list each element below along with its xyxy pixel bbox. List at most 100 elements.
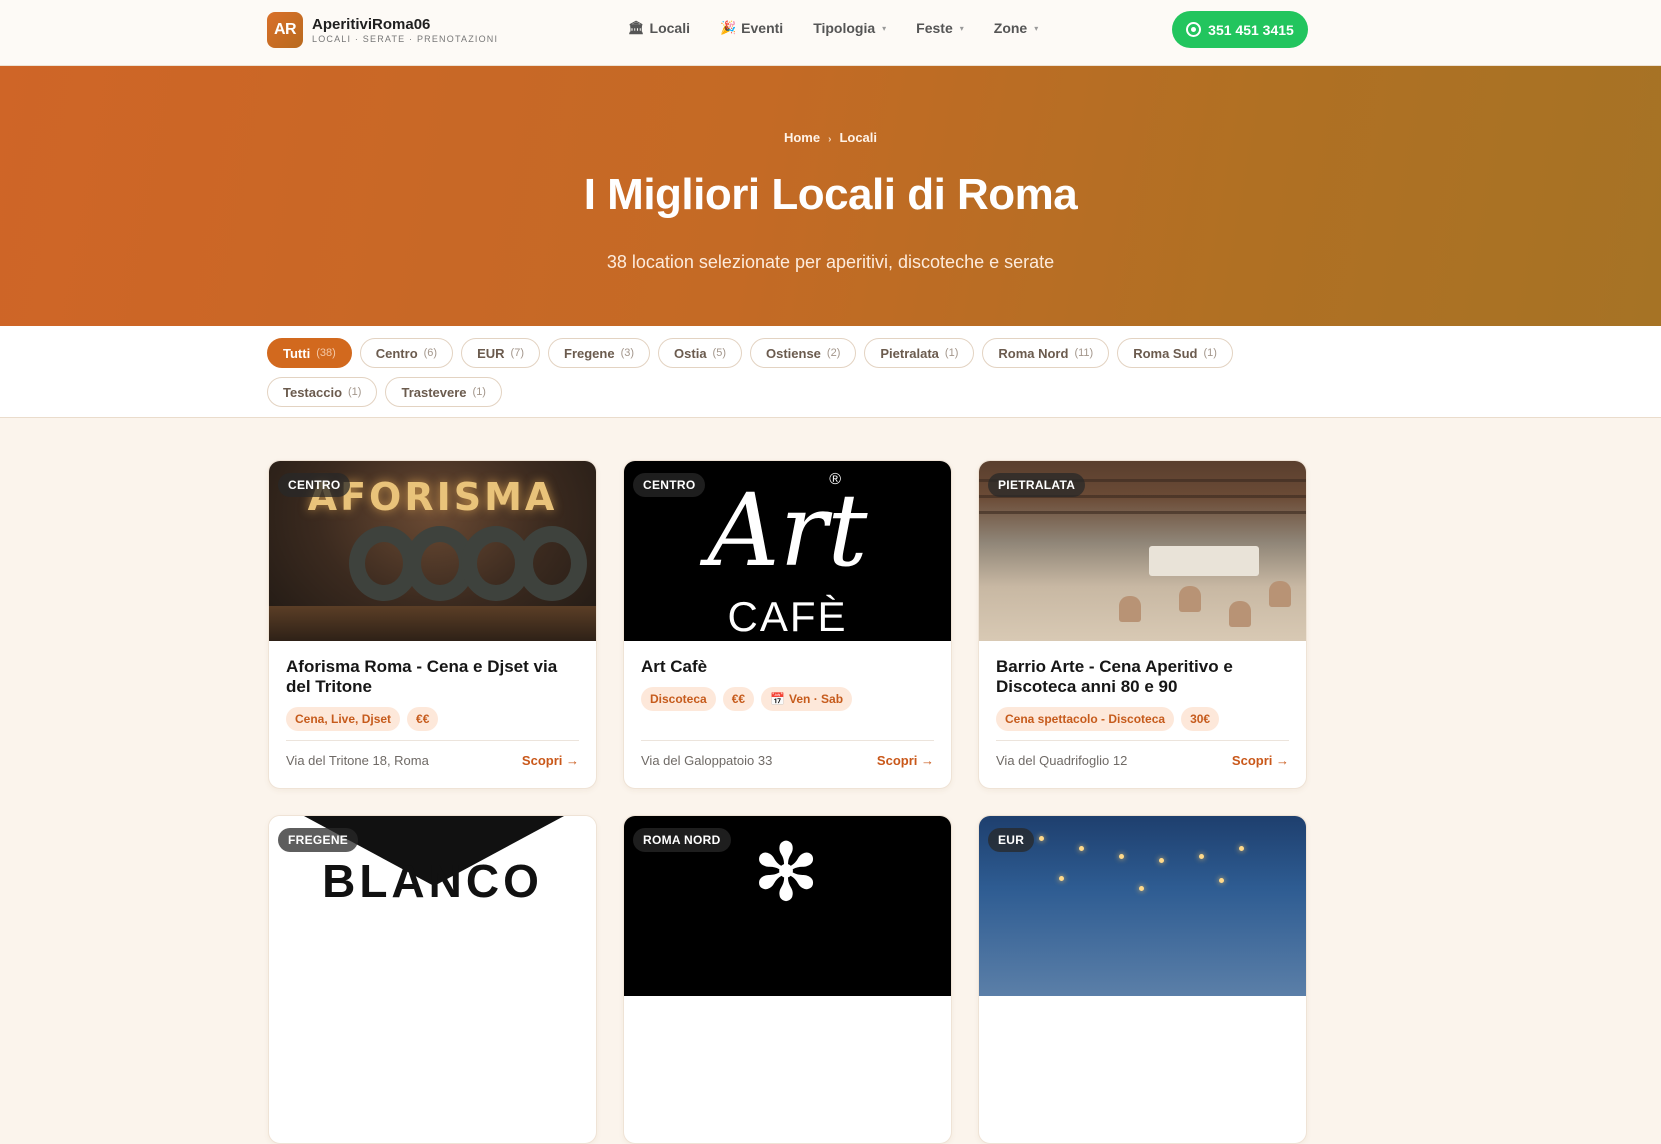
logo[interactable]: AR AperitiviRoma06 LOCALI · SERATE · PRE…	[267, 12, 498, 48]
venue-title[interactable]: Barrio Arte - Cena Aperitivo e Discoteca…	[996, 657, 1289, 697]
filter-chip-ostiense[interactable]: Ostiense (2)	[750, 338, 857, 368]
venue-logo-icon: ✻	[752, 828, 820, 917]
tag-days-label: Ven · Sab	[789, 692, 844, 706]
chip-label: Tutti	[283, 345, 311, 361]
venue-image[interactable]: PIETRALATA	[979, 461, 1306, 641]
venue-card-aforisma[interactable]: AFORISMA CENTRO Aforisma Roma - Cena e D…	[268, 460, 597, 789]
venue-logo-cafe: CAFÈ	[727, 593, 848, 640]
nav-label: Tipologia	[813, 20, 876, 36]
chevron-down-icon: ▾	[959, 23, 964, 33]
chip-count: (5)	[712, 347, 726, 359]
zone-badge: CENTRO	[278, 473, 351, 497]
zone-badge: PIETRALATA	[988, 473, 1086, 497]
chip-label: Ostia	[674, 345, 707, 361]
filter-chip-roma-sud[interactable]: Roma Sud (1)	[1117, 338, 1233, 368]
filter-chip-centro[interactable]: Centro (6)	[359, 338, 454, 368]
filter-chip-pietralata[interactable]: Pietralata (1)	[864, 338, 975, 368]
venue-image[interactable]: AFORISMA CENTRO	[269, 461, 596, 641]
breadcrumb-current: Locali	[839, 130, 878, 145]
venue-image[interactable]: BLANCO FREGENE	[269, 816, 596, 996]
discover-link[interactable]: Scopri →	[1232, 753, 1289, 768]
chip-label: Testaccio	[283, 384, 343, 400]
chevron-down-icon: ▾	[1034, 23, 1039, 33]
tag-type: Discoteca	[641, 687, 716, 711]
calendar-icon: 📅	[770, 692, 786, 706]
chip-label: Roma Sud	[1133, 345, 1198, 361]
nav-tipologia[interactable]: Tipologia ▾	[813, 20, 886, 36]
chip-label: Centro	[375, 345, 418, 361]
discover-link[interactable]: Scopri →	[522, 753, 579, 768]
page-title: I Migliori Locali di Roma	[583, 170, 1078, 219]
chip-count: (1)	[472, 386, 486, 398]
zone-badge: ROMA NORD	[633, 828, 731, 852]
nav-eventi[interactable]: 🎉 Eventi	[720, 20, 783, 36]
chevron-down-icon: ▾	[882, 23, 887, 33]
venue-card-art-cafe[interactable]: ® Art CAFÈ CENTRO Art Cafè Discoteca €€ …	[623, 460, 952, 789]
zone-badge: FREGENE	[278, 828, 359, 852]
site-header: AR AperitiviRoma06 LOCALI · SERATE · PRE…	[0, 0, 1661, 66]
venue-address: Via del Galoppatoio 33	[641, 753, 773, 768]
chip-label: EUR	[477, 345, 505, 361]
venue-title[interactable]: Art Cafè	[641, 657, 934, 677]
building-icon: 🏛	[628, 20, 645, 35]
nav-label: Eventi	[741, 20, 784, 36]
chip-label: Roma Nord	[998, 345, 1069, 361]
zone-badge: CENTRO	[633, 473, 706, 497]
tag-type: Cena spettacolo - Discoteca	[996, 707, 1175, 731]
tag-price: €€	[407, 707, 439, 731]
breadcrumb: Home › Locali	[0, 130, 1661, 145]
tag-days: 📅 Ven · Sab	[761, 687, 853, 711]
venue-image[interactable]: ® Art CAFÈ CENTRO	[624, 461, 951, 641]
chip-label: Pietralata	[880, 345, 939, 361]
chip-label: Ostiense	[766, 345, 821, 361]
nav-locali[interactable]: 🏛 Locali	[628, 20, 690, 36]
chip-label: Trastevere	[401, 384, 467, 400]
chip-count: (2)	[826, 347, 841, 359]
venue-image[interactable]: EUR	[979, 816, 1306, 996]
tag-price: 30€	[1181, 707, 1220, 731]
venue-address: Via del Tritone 18, Roma	[286, 753, 429, 768]
filter-chip-fregene[interactable]: Fregene (3)	[548, 338, 651, 368]
chip-count: (1)	[1203, 347, 1217, 359]
filter-chip-ostia[interactable]: Ostia (5)	[658, 338, 742, 368]
tag-price: €€	[722, 687, 755, 711]
nav-zone[interactable]: Zone ▾	[994, 20, 1038, 36]
sculpture-decoration	[349, 526, 587, 601]
whatsapp-button[interactable]: 351 451 3415	[1172, 11, 1308, 48]
main-nav: 🏛 Locali 🎉 Eventi Tipologia ▾ Feste ▾ Zo…	[628, 20, 1038, 36]
chip-count: (3)	[620, 347, 635, 359]
venue-card-blanco[interactable]: BLANCO FREGENE	[268, 815, 597, 1144]
hero-banner: Home › Locali I Migliori Locali di Roma 38…	[0, 66, 1661, 326]
party-icon: 🎉	[719, 20, 737, 35]
filter-chip-trastevere[interactable]: Trastevere (1)	[385, 377, 502, 407]
zone-badge: EUR	[988, 828, 1035, 852]
filter-chip-testaccio[interactable]: Testaccio (1)	[267, 377, 378, 407]
venue-card-roma-nord[interactable]: ✻ ROMA NORD	[623, 815, 952, 1144]
venue-image[interactable]: ✻ ROMA NORD	[624, 816, 951, 996]
filter-chip-tutti[interactable]: Tutti (38)	[267, 338, 352, 368]
venue-address: Via del Quadrifoglio 12	[996, 753, 1128, 768]
brand-tagline: LOCALI · SERATE · PRENOTAZIONI	[312, 33, 499, 44]
nav-label: Feste	[916, 20, 953, 36]
nav-label: Zone	[993, 20, 1028, 36]
venue-card-eur[interactable]: EUR	[978, 815, 1307, 1144]
brand-name: AperitiviRoma06	[312, 15, 431, 33]
whatsapp-phone: 351 451 3415	[1208, 21, 1294, 38]
zone-filter-bar: Tutti (38) Centro (6) EUR (7) Fregene (3) Os…	[0, 326, 1661, 418]
breadcrumb-home[interactable]: Home	[784, 130, 820, 145]
filter-chip-roma-nord[interactable]: Roma Nord (11)	[982, 338, 1110, 368]
filter-chip-eur[interactable]: EUR (7)	[461, 338, 540, 368]
nav-feste[interactable]: Feste ▾	[916, 20, 964, 36]
chip-count: (11)	[1074, 347, 1094, 359]
discover-link[interactable]: Scopri →	[877, 753, 934, 768]
chip-label: Fregene	[564, 345, 615, 361]
breadcrumb-separator-icon: ›	[828, 134, 832, 145]
locali-grid: AFORISMA CENTRO Aforisma Roma - Cena e D…	[268, 460, 1307, 1144]
venue-title[interactable]: Aforisma Roma - Cena e Djset via del Tri…	[286, 657, 579, 697]
chip-count: (1)	[944, 347, 959, 359]
page-subtitle: 38 location selezionate per aperitivi, d…	[606, 252, 1055, 272]
chip-count: (38)	[316, 347, 336, 359]
nav-label: Locali	[649, 20, 690, 36]
venue-card-barrio-arte[interactable]: PIETRALATA Barrio Arte - Cena Aperitivo …	[978, 460, 1307, 789]
table-decoration	[269, 606, 596, 641]
